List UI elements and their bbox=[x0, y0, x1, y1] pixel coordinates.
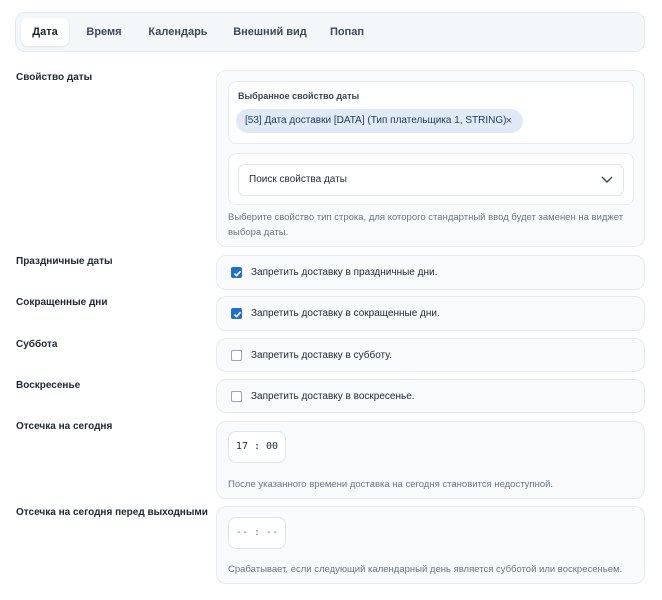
cutoff-today-help: После указанного времени доставка на сег… bbox=[228, 479, 554, 490]
property-search-select[interactable]: Поиск свойства даты bbox=[238, 164, 624, 196]
short-days-checkbox[interactable] bbox=[231, 308, 242, 319]
sunday-panel: Запретить доставку в воскресенье. bbox=[216, 379, 645, 413]
property-search-placeholder: Поиск свойства даты bbox=[249, 174, 347, 185]
property-help-line2: выбора даты. bbox=[228, 227, 289, 238]
selected-property-chip: [53] Дата доставки [DATA] (Тип плательщи… bbox=[236, 109, 523, 133]
cutoff-today-label: Отсечка на сегодня bbox=[16, 421, 113, 432]
settings-tabs: Дата Время Календарь Внешний вид Попап bbox=[15, 12, 645, 52]
short-days-checkbox-label[interactable]: Запретить доставку в сокращенные дни. bbox=[251, 308, 440, 319]
saturday-checkbox-label[interactable]: Запретить доставку в субботу. bbox=[251, 350, 392, 361]
tab-popup[interactable]: Попап bbox=[323, 18, 371, 46]
sunday-checkbox[interactable] bbox=[231, 391, 242, 402]
cutoff-weekend-help: Срабатывает, если следующий календарный … bbox=[228, 564, 623, 575]
sunday-label: Воскресенье bbox=[16, 380, 81, 391]
property-search-card: Поиск свойства даты bbox=[228, 153, 634, 205]
date-property-label: Свойство даты bbox=[16, 72, 93, 83]
saturday-label: Суббота bbox=[16, 339, 58, 350]
checkmark-icon bbox=[233, 270, 242, 277]
tab-appearance[interactable]: Внешний вид bbox=[226, 18, 314, 46]
selected-property-card: Выбранное свойство даты [53] Дата достав… bbox=[228, 81, 634, 144]
tab-calendar[interactable]: Календарь bbox=[141, 18, 215, 46]
cutoff-today-time-input[interactable]: 17 : 00 bbox=[228, 431, 286, 463]
cutoff-weekend-time-input[interactable]: -- : -- bbox=[228, 517, 286, 549]
date-property-panel: Выбранное свойство даты [53] Дата достав… bbox=[216, 70, 645, 247]
selected-property-chip-label: [53] Дата доставки [DATA] (Тип плательщи… bbox=[245, 115, 507, 126]
saturday-panel: Запретить доставку в субботу. bbox=[216, 338, 645, 372]
cutoff-weekend-panel: -- : -- Срабатывает, если следующий кале… bbox=[216, 506, 645, 584]
cutoff-today-panel: 17 : 00 После указанного времени доставк… bbox=[216, 421, 645, 499]
holidays-label: Праздничные даты bbox=[16, 256, 113, 267]
saturday-checkbox[interactable] bbox=[231, 350, 242, 361]
holidays-panel: Запретить доставку в праздничные дни. bbox=[216, 255, 645, 290]
selected-property-title: Выбранное свойство даты bbox=[238, 91, 360, 101]
tab-date[interactable]: Дата bbox=[21, 18, 69, 46]
chip-remove-icon[interactable]: × bbox=[506, 109, 512, 133]
short-days-label: Сокращенные дни bbox=[16, 297, 108, 308]
checkmark-icon bbox=[233, 311, 242, 318]
tab-time[interactable]: Время bbox=[79, 18, 129, 46]
holidays-checkbox[interactable] bbox=[231, 267, 242, 278]
short-days-panel: Запретить доставку в сокращенные дни. bbox=[216, 296, 645, 331]
cutoff-weekend-label: Отсечка на сегодня перед выходными bbox=[16, 507, 208, 518]
chevron-down-icon bbox=[601, 176, 613, 183]
holidays-checkbox-label[interactable]: Запретить доставку в праздничные дни. bbox=[251, 267, 437, 278]
property-help-line1: Выберите свойство тип строка, для которо… bbox=[228, 212, 624, 223]
sunday-checkbox-label[interactable]: Запретить доставку в воскресенье. bbox=[251, 391, 415, 402]
